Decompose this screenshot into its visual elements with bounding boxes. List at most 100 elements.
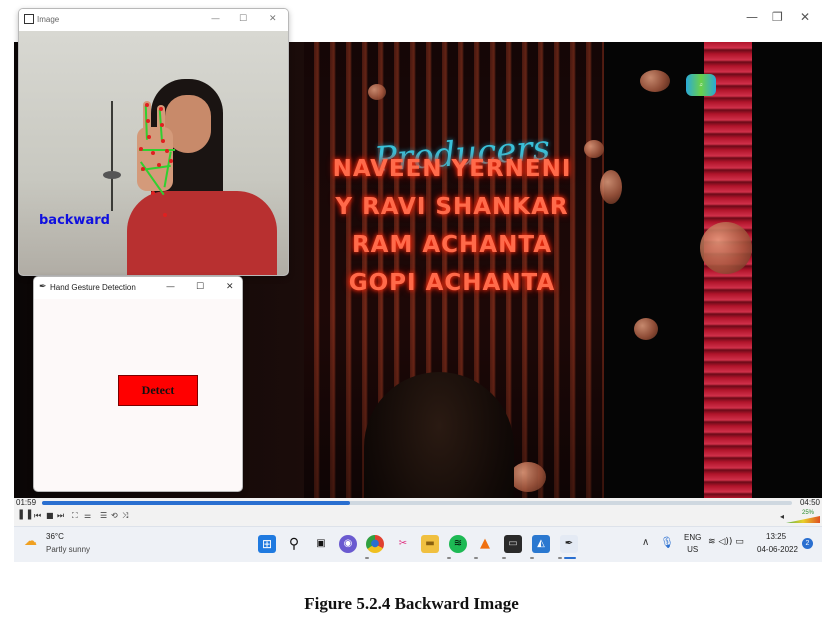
hand-landmark [146,119,150,123]
image-window-titlebar: Image — ☐ ✕ [19,9,288,31]
chrome-icon[interactable]: ● [366,535,384,553]
clock-date[interactable]: 04-06-2022 [757,545,798,554]
channel-logo: ♫ [686,74,716,96]
video-coin [640,70,670,92]
chevron-up-icon[interactable]: ∧ [642,537,649,548]
app-running-indicator [558,557,562,559]
python-feather-icon[interactable]: ✒ [560,535,578,553]
vlc-controls: 01:59 04:50 ❚❚ ⏮ ■ ⏭ ⛶ ⚌ ☰ ⟲ ⤨ 25% ◂ [14,498,822,526]
app-running-indicator [474,557,478,559]
hand-gesture-detection-window: ✒ Hand Gesture Detection — ☐ ✕ Detect [33,276,243,492]
previous-icon[interactable]: ⏮ [34,511,41,521]
landmark-connection [139,149,175,151]
shuffle-icon[interactable]: ⤨ [122,511,128,521]
language-indicator[interactable]: ENG US [684,532,701,556]
next-icon[interactable]: ⏭ [57,511,64,521]
image-window-title: Image [37,15,60,24]
credit-line: RAM ACHANTA [351,232,553,258]
hand-landmark [161,139,165,143]
wifi-volume-battery-icons[interactable]: ≋ ◁)) ▭ [708,537,744,547]
photos-icon[interactable]: ◭ [532,535,550,553]
file-explorer-icon[interactable]: ▬ [421,535,439,553]
credits-block: NAVEEN YERNENI Y RAVI SHANKAR RAM ACHANT… [312,150,592,302]
video-coin [600,170,622,204]
hgd-window-title: Hand Gesture Detection [50,283,136,292]
microphone-icon[interactable]: 🎙 [660,536,674,549]
hand-landmark [145,103,149,107]
language-code: ENG [684,533,702,542]
chat-icon[interactable]: ◉ [339,535,357,553]
hand-landmark [160,123,164,127]
feather-icon: ✒ [39,281,47,291]
time-elapsed: 01:59 [16,498,37,507]
snipping-tool-icon[interactable]: ✂ [394,535,412,553]
windows-start-icon[interactable]: ⊞ [258,535,276,553]
seek-bar[interactable] [42,501,792,505]
gesture-result-label: backward [39,213,110,228]
hgd-window-titlebar: ✒ Hand Gesture Detection — ☐ ✕ [34,277,242,299]
time-total: 04:50 [799,498,820,507]
spotify-icon[interactable]: ≋ [449,535,467,553]
credit-line: NAVEEN YERNENI [332,156,572,182]
seek-bar-fill [42,501,350,505]
taskbar: ☁ 36°C Partly sunny ⊞ ⚲ ▣ ◉ ● ✂ ▬ ≋ ▲ ▭ … [14,526,822,562]
search-icon[interactable]: ⚲ [285,535,303,553]
vlc-icon[interactable]: ▲ [476,535,494,553]
background-lamp [103,171,121,179]
camera-feed: backward [19,31,288,275]
image-minimize-button[interactable]: — [211,14,220,24]
clock-time[interactable]: 13:25 [766,532,786,541]
loop-icon[interactable]: ⟲ [111,511,118,520]
vlc-close-button[interactable]: ✕ [800,10,810,24]
app-active-indicator [564,557,576,559]
volume-label: 25% [801,510,814,516]
vlc-minimize-button[interactable]: — [746,10,758,24]
figure-caption: Figure 5.2.4 Backward Image [304,594,519,613]
region-code: US [687,545,699,554]
hand-landmark [163,213,167,217]
hand-landmark [147,135,151,139]
video-coin [634,318,658,340]
image-maximize-button[interactable]: ☐ [239,14,247,24]
hand-landmark [151,191,155,195]
hand-landmark [159,107,163,111]
hand-landmark [141,167,145,171]
vlc-restore-button[interactable]: ❐ [772,10,783,24]
task-view-icon[interactable]: ▣ [312,535,330,553]
terminal-icon[interactable]: ▭ [504,535,522,553]
image-window-icon [24,14,34,24]
video-coin [700,222,752,274]
app-running-indicator [447,557,451,559]
image-close-button[interactable]: ✕ [269,14,277,24]
background-lamp-pole [111,101,113,211]
playlist-icon[interactable]: ☰ [100,511,107,520]
app-running-indicator [530,557,534,559]
credit-line: Y RAVI SHANKAR [335,194,569,220]
hgd-close-button[interactable]: ✕ [226,282,234,292]
hand-landmark [139,147,143,151]
fullscreen-icon[interactable]: ⛶ [72,511,78,521]
pause-button[interactable]: ❚❚ [17,509,34,520]
image-window: Image — ☐ ✕ backward [18,8,289,276]
stop-icon[interactable]: ■ [46,511,54,520]
extended-settings-icon[interactable]: ⚌ [84,511,91,520]
hgd-maximize-button[interactable]: ☐ [196,282,204,292]
weather-description[interactable]: Partly sunny [46,545,90,554]
video-coin [510,462,546,492]
hand-landmark [157,163,161,167]
weather-temperature[interactable]: 36°C [46,532,64,541]
partly-sunny-icon[interactable]: ☁ [24,533,37,549]
credit-line: GOPI ACHANTA [348,270,556,296]
person-body [127,191,277,275]
detect-button[interactable]: Detect [118,375,198,406]
hand-landmark [169,159,173,163]
hgd-minimize-button[interactable]: — [166,282,175,292]
app-running-indicator [365,557,369,559]
video-coin [368,84,386,100]
hand-landmark [165,149,169,153]
notification-badge[interactable]: 2 [802,538,813,549]
volume-slider[interactable] [786,516,820,523]
app-running-indicator [502,557,506,559]
speaker-icon[interactable]: ◂ [780,512,784,521]
hand-landmark [151,151,155,155]
